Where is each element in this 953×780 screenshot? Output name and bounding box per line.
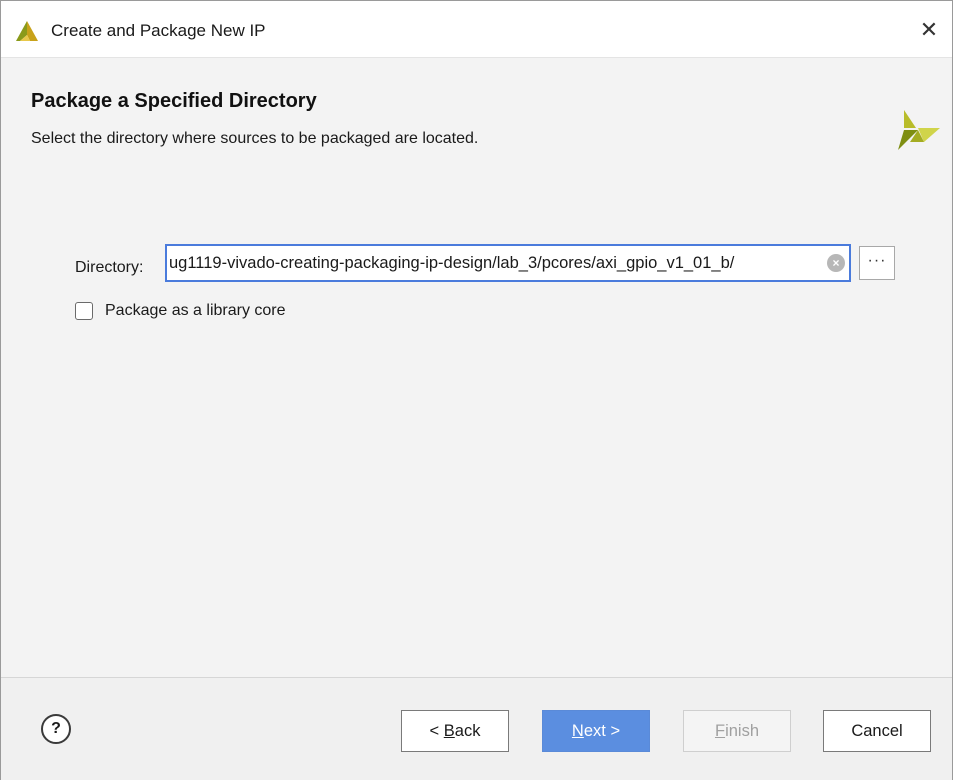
back-prefix: < [429,722,444,740]
title-bar: Create and Package New IP ✕ [1,1,952,57]
window-title: Create and Package New IP [51,21,266,40]
page-title: Package a Specified Directory [31,90,317,112]
next-rest: ext > [583,722,621,740]
next-mnemonic: N [571,722,584,740]
page-description: Select the directory where sources to be… [31,130,479,147]
library-core-label: Package as a library core [105,302,286,319]
wizard-page: Package a Specified Directory Select the… [1,57,952,677]
directory-input-box: × [165,244,851,282]
back-mnemonic: B [443,722,455,740]
finish-rest: inish [725,722,760,740]
button-bar: ? < Back Next > Finish Cancel [1,677,952,780]
vivado-logo-icon [16,21,38,41]
back-rest: ack [454,722,481,740]
directory-label: Directory: [75,259,144,276]
browse-button[interactable]: ··· [859,246,895,280]
cancel-button[interactable]: Cancel [823,710,931,752]
back-button[interactable]: < Back [401,710,509,752]
clear-icon[interactable]: × [827,254,845,272]
directory-input[interactable] [169,246,823,280]
create-package-ip-dialog: Create and Package New IP ✕ Package a Sp… [0,0,953,780]
help-button[interactable]: ? [41,714,71,744]
finish-button[interactable]: Finish [683,710,791,752]
xilinx-logo-icon [898,110,940,150]
close-icon[interactable]: ✕ [914,15,944,45]
finish-mnemonic: F [714,722,726,740]
next-button[interactable]: Next > [542,710,650,752]
library-core-checkbox[interactable] [75,302,93,320]
